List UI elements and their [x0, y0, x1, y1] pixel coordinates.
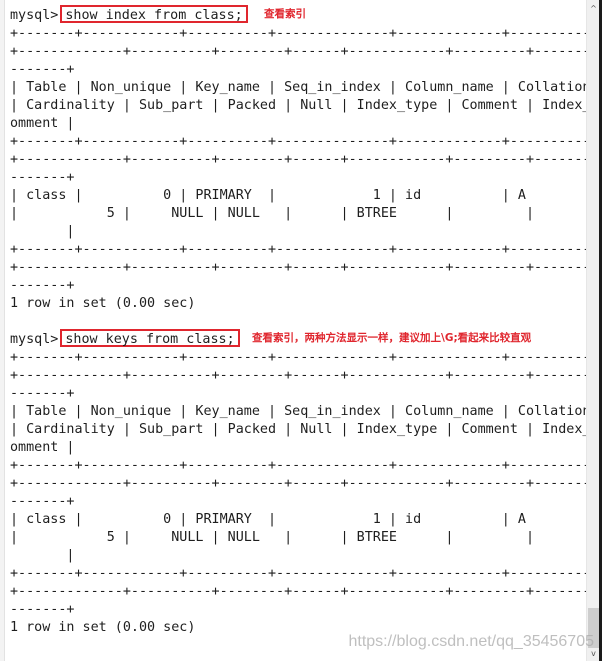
table-border-line: -------+ [10, 62, 75, 77]
table-row-line: | class | 0 | PRIMARY | 1 | id | A [10, 188, 526, 203]
table-row-line: omment | [10, 440, 75, 455]
prompt: mysql> [10, 8, 59, 23]
command-highlight-box: show index from class; [60, 5, 248, 23]
command-text: show keys from class; [65, 332, 235, 347]
vertical-scrollbar[interactable]: ^ v [586, 0, 600, 661]
table-row-line: | Table | Non_unique | Key_name | Seq_in… [10, 404, 586, 419]
table-border-line: -------+ [10, 278, 75, 293]
table-row-line: | [10, 224, 75, 239]
table-row-line: omment | [10, 116, 75, 131]
mysql-terminal[interactable]: mysql> show index from class; 查看索引 +-----… [0, 0, 586, 661]
watermark: https://blog.csdn.net/qq_35456705 [348, 633, 594, 650]
table-border-line: +-------+------------+----------+-------… [10, 242, 586, 257]
table-border-line: +-------------+----------+--------+-----… [10, 476, 586, 491]
table-border-line: +-------+------------+----------+-------… [10, 350, 586, 365]
table-row-line: | Table | Non_unique | Key_name | Seq_in… [10, 80, 586, 95]
table-border-line: +-------+------------+----------+-------… [10, 458, 586, 473]
command-line-2: mysql> show keys from class; [10, 329, 240, 347]
table-row-line: | [10, 548, 75, 563]
table-border-line: -------+ [10, 170, 75, 185]
table-border-line: +-------+------------+----------+-------… [10, 566, 586, 581]
table-border-line: -------+ [10, 386, 75, 401]
table-border-line: +-------+------------+----------+-------… [10, 26, 586, 41]
command-highlight-box: show keys from class; [60, 329, 240, 347]
table-row-line: | class | 0 | PRIMARY | 1 | id | A [10, 512, 526, 527]
prompt: mysql> [10, 332, 59, 347]
annotation-note: 查看索引 [264, 8, 306, 20]
table-border-line: -------+ [10, 602, 75, 617]
table-border-line: +-------------+----------+--------+-----… [10, 44, 586, 59]
table-border-line: +-------+------------+----------+-------… [10, 134, 586, 149]
command-text: show index from class; [65, 8, 243, 23]
table-row-line: | 5 | NULL | NULL | | BTREE | | [10, 206, 535, 221]
command-line-1: mysql> show index from class; [10, 5, 248, 23]
table-border-line: +-------------+----------+--------+-----… [10, 152, 586, 167]
table-row-line: | Cardinality | Sub_part | Packed | Null… [10, 422, 586, 437]
result-summary: 1 row in set (0.00 sec) [10, 296, 196, 311]
result-summary: 1 row in set (0.00 sec) [10, 620, 196, 635]
table-border-line: -------+ [10, 494, 75, 509]
table-row-line: | Cardinality | Sub_part | Packed | Null… [10, 98, 586, 113]
table-border-line: +-------------+----------+--------+-----… [10, 368, 586, 383]
table-border-line: +-------------+----------+--------+-----… [10, 584, 586, 599]
terminal-left-border [0, 0, 5, 661]
table-row-line: | 5 | NULL | NULL | | BTREE | | [10, 530, 535, 545]
table-border-line: +-------------+----------+--------+-----… [10, 260, 586, 275]
annotation-note: 查看索引，两种方法显示一样，建议加上\G;看起来比较直观 [252, 332, 532, 344]
